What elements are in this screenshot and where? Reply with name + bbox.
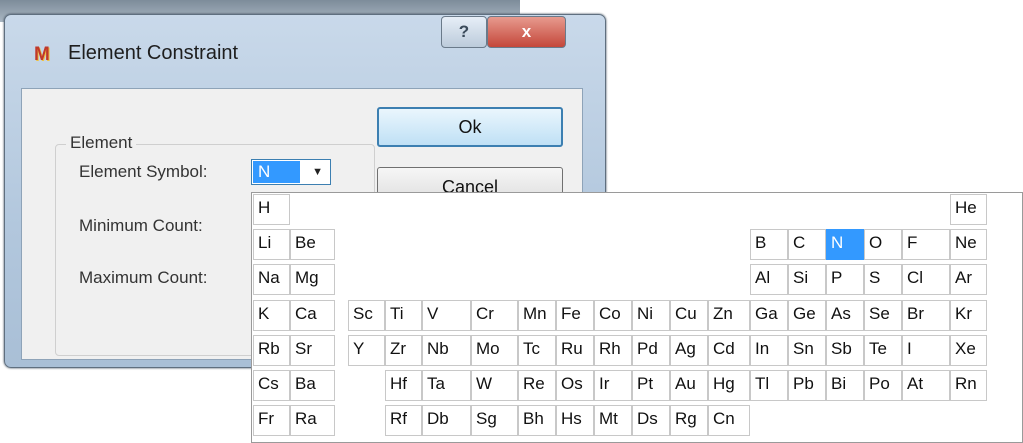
element-cell-as[interactable]: As <box>826 300 864 331</box>
element-cell-ba[interactable]: Ba <box>290 370 335 401</box>
element-cell-cr[interactable]: Cr <box>471 300 518 331</box>
element-cell-sb[interactable]: Sb <box>826 335 864 366</box>
element-cell-mn[interactable]: Mn <box>518 300 556 331</box>
element-symbol-label: Element Symbol: <box>79 162 208 181</box>
ok-button[interactable]: Ok <box>377 107 563 147</box>
element-cell-cn[interactable]: Cn <box>708 405 750 436</box>
element-cell-ru[interactable]: Ru <box>556 335 594 366</box>
element-cell-cl[interactable]: Cl <box>902 264 950 295</box>
element-cell-ta[interactable]: Ta <box>422 370 471 401</box>
element-cell-rh[interactable]: Rh <box>594 335 632 366</box>
element-cell-rg[interactable]: Rg <box>670 405 708 436</box>
element-cell-sg[interactable]: Sg <box>471 405 518 436</box>
element-cell-si[interactable]: Si <box>788 264 826 295</box>
element-cell-hs[interactable]: Hs <box>556 405 594 436</box>
element-cell-se[interactable]: Se <box>864 300 902 331</box>
element-cell-k[interactable]: K <box>253 300 290 331</box>
element-cell-at[interactable]: At <box>902 370 950 401</box>
element-cell-s[interactable]: S <box>864 264 902 295</box>
element-cell-ne[interactable]: Ne <box>950 229 987 260</box>
element-cell-nb[interactable]: Nb <box>422 335 471 366</box>
element-cell-pd[interactable]: Pd <box>632 335 670 366</box>
element-cell-v[interactable]: V <box>422 300 471 331</box>
periodic-table-dropdown: H He Li Be B C N O F Ne Na Mg Al Si P S Cl Ar K Ca Sc Ti V Cr Mn… <box>251 192 1023 443</box>
element-cell-i[interactable]: I <box>902 335 950 366</box>
element-cell-hf[interactable]: Hf <box>385 370 422 401</box>
element-cell-in[interactable]: In <box>750 335 788 366</box>
element-cell-tl[interactable]: Tl <box>750 370 788 401</box>
element-cell-re[interactable]: Re <box>518 370 556 401</box>
element-cell-h[interactable]: H <box>253 194 290 225</box>
element-cell-sr[interactable]: Sr <box>290 335 335 366</box>
minimum-count-label: Minimum Count: <box>79 216 203 235</box>
element-cell-o[interactable]: O <box>864 229 902 260</box>
element-cell-fe[interactable]: Fe <box>556 300 594 331</box>
element-cell-ag[interactable]: Ag <box>670 335 708 366</box>
element-cell-fr[interactable]: Fr <box>253 405 290 436</box>
element-cell-ge[interactable]: Ge <box>788 300 826 331</box>
element-cell-ds[interactable]: Ds <box>632 405 670 436</box>
element-cell-pt[interactable]: Pt <box>632 370 670 401</box>
element-cell-db[interactable]: Db <box>422 405 471 436</box>
element-cell-ti[interactable]: Ti <box>385 300 422 331</box>
element-cell-na[interactable]: Na <box>253 264 290 295</box>
element-cell-p[interactable]: P <box>826 264 864 295</box>
element-cell-po[interactable]: Po <box>864 370 902 401</box>
element-cell-os[interactable]: Os <box>556 370 594 401</box>
element-symbol-dropdown[interactable]: N ▼ <box>251 159 331 185</box>
element-cell-te[interactable]: Te <box>864 335 902 366</box>
element-cell-sn[interactable]: Sn <box>788 335 826 366</box>
element-cell-co[interactable]: Co <box>594 300 632 331</box>
element-symbol-value: N <box>253 161 300 183</box>
element-cell-xe[interactable]: Xe <box>950 335 987 366</box>
element-cell-sc[interactable]: Sc <box>348 300 385 331</box>
element-cell-hg[interactable]: Hg <box>708 370 750 401</box>
element-cell-rn[interactable]: Rn <box>950 370 987 401</box>
element-cell-kr[interactable]: Kr <box>950 300 987 331</box>
element-cell-bh[interactable]: Bh <box>518 405 556 436</box>
element-cell-au[interactable]: Au <box>670 370 708 401</box>
element-cell-mo[interactable]: Mo <box>471 335 518 366</box>
element-cell-w[interactable]: W <box>471 370 518 401</box>
element-cell-y[interactable]: Y <box>348 335 385 366</box>
element-cell-cs[interactable]: Cs <box>253 370 290 401</box>
element-cell-cd[interactable]: Cd <box>708 335 750 366</box>
element-cell-al[interactable]: Al <box>750 264 788 295</box>
element-cell-mt[interactable]: Mt <box>594 405 632 436</box>
dialog-title: Element Constraint <box>68 42 239 64</box>
element-cell-b[interactable]: B <box>750 229 788 260</box>
app-logo-icon: M <box>34 44 50 65</box>
element-cell-ca[interactable]: Ca <box>290 300 335 331</box>
element-cell-br[interactable]: Br <box>902 300 950 331</box>
element-cell-he[interactable]: He <box>950 194 987 225</box>
element-cell-bi[interactable]: Bi <box>826 370 864 401</box>
element-cell-rf[interactable]: Rf <box>385 405 422 436</box>
maximum-count-label: Maximum Count: <box>79 268 208 287</box>
element-cell-ar[interactable]: Ar <box>950 264 987 295</box>
element-cell-ir[interactable]: Ir <box>594 370 632 401</box>
element-cell-mg[interactable]: Mg <box>290 264 335 295</box>
element-cell-rb[interactable]: Rb <box>253 335 290 366</box>
element-cell-zn[interactable]: Zn <box>708 300 750 331</box>
element-cell-ra[interactable]: Ra <box>290 405 335 436</box>
element-cell-ga[interactable]: Ga <box>750 300 788 331</box>
element-cell-ni[interactable]: Ni <box>632 300 670 331</box>
help-button[interactable]: ? <box>441 16 487 48</box>
close-button[interactable]: x <box>487 16 566 48</box>
element-cell-f[interactable]: F <box>902 229 950 260</box>
element-cell-pb[interactable]: Pb <box>788 370 826 401</box>
chevron-down-icon[interactable]: ▼ <box>312 166 323 178</box>
element-cell-li[interactable]: Li <box>253 229 290 260</box>
element-cell-n[interactable]: N <box>826 229 864 260</box>
element-cell-cu[interactable]: Cu <box>670 300 708 331</box>
element-cell-tc[interactable]: Tc <box>518 335 556 366</box>
element-cell-zr[interactable]: Zr <box>385 335 422 366</box>
element-cell-c[interactable]: C <box>788 229 826 260</box>
element-group-label: Element <box>66 133 137 153</box>
element-cell-be[interactable]: Be <box>290 229 335 260</box>
